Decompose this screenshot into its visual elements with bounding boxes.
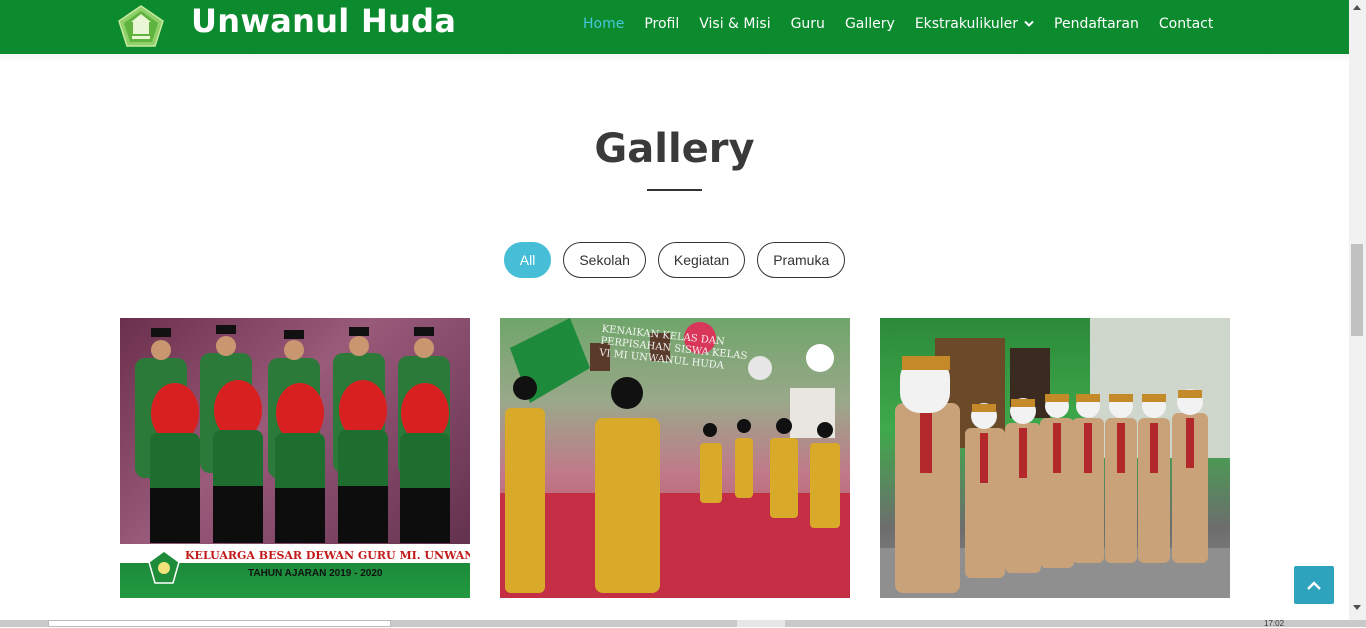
filter-pramuka-button[interactable]: Pramuka (757, 242, 846, 278)
chevron-up-icon (1307, 580, 1321, 590)
nav-label: Contact (1158, 16, 1214, 32)
gallery-photo-dance[interactable]: KENAIKAN KELAS DAN PERPISAHAN SISWA KELA… (500, 318, 850, 598)
taskbar-app-button[interactable] (737, 620, 785, 627)
nav-label: Pendaftaran (1054, 16, 1139, 32)
nav-label: Gallery (844, 16, 895, 32)
back-to-top-button[interactable] (1294, 566, 1334, 604)
gallery-photo-teachers[interactable]: KELUARGA BESAR DEWAN GURU MI. UNWANUL HU… (120, 318, 470, 598)
nav-item-contact[interactable]: Contact (1149, 16, 1223, 32)
nav-item-visi-misi[interactable]: Visi & Misi (689, 16, 780, 32)
nav-item-home[interactable]: Home (573, 16, 634, 32)
gallery-photo-scouts[interactable] (880, 318, 1230, 598)
nav-item-ekstrakulikuler[interactable]: Ekstrakulikuler (905, 16, 1044, 32)
photo-caption-band: KELUARGA BESAR DEWAN GURU MI. UNWANUL HU… (120, 544, 470, 598)
nav-item-gallery[interactable]: Gallery (835, 16, 905, 32)
nav-label: Profil (644, 16, 680, 32)
nav-label: Guru (790, 16, 825, 32)
title-underline (647, 189, 702, 191)
photo-caption-subtitle: TAHUN AJARAN 2019 - 2020 (248, 568, 383, 579)
filter-kegiatan-button[interactable]: Kegiatan (657, 242, 746, 278)
scouts-photo-illustration (880, 318, 1230, 598)
filter-sekolah-button[interactable]: Sekolah (563, 242, 646, 278)
taskbar-search-box[interactable] (48, 620, 391, 627)
brand-title[interactable]: Unwanul Huda (191, 2, 456, 40)
photo-caption-title: KELUARGA BESAR DEWAN GURU MI. UNWANUL HU… (185, 549, 470, 562)
scroll-down-arrow-icon[interactable] (1353, 605, 1361, 610)
nav-item-guru[interactable]: Guru (781, 16, 835, 32)
school-logo-icon[interactable] (118, 5, 164, 47)
navbar: Unwanul Huda Home Profil Visi & Misi Gur… (0, 0, 1349, 54)
madrasah-logo-icon (148, 550, 180, 584)
scroll-up-arrow-icon[interactable] (1353, 5, 1361, 10)
nav-label: Ekstrakulikuler (914, 16, 1019, 32)
chevron-down-icon (1024, 20, 1034, 27)
nav-item-pendaftaran[interactable]: Pendaftaran (1044, 16, 1149, 32)
navbar-shadow (0, 54, 1349, 62)
scrollbar-thumb[interactable] (1351, 244, 1363, 336)
gallery-filters: All Sekolah Kegiatan Pramuka (0, 242, 1349, 278)
nav-label: Visi & Misi (699, 16, 771, 32)
nav-item-profil[interactable]: Profil (634, 16, 689, 32)
nav-label: Home (583, 16, 625, 32)
section-title: Gallery (594, 126, 755, 172)
filter-all-button[interactable]: All (503, 242, 552, 278)
main-nav: Home Profil Visi & Misi Guru Gallery Eks… (573, 0, 1223, 48)
teachers-photo-illustration (135, 325, 450, 543)
vertical-scrollbar[interactable] (1349, 0, 1366, 620)
